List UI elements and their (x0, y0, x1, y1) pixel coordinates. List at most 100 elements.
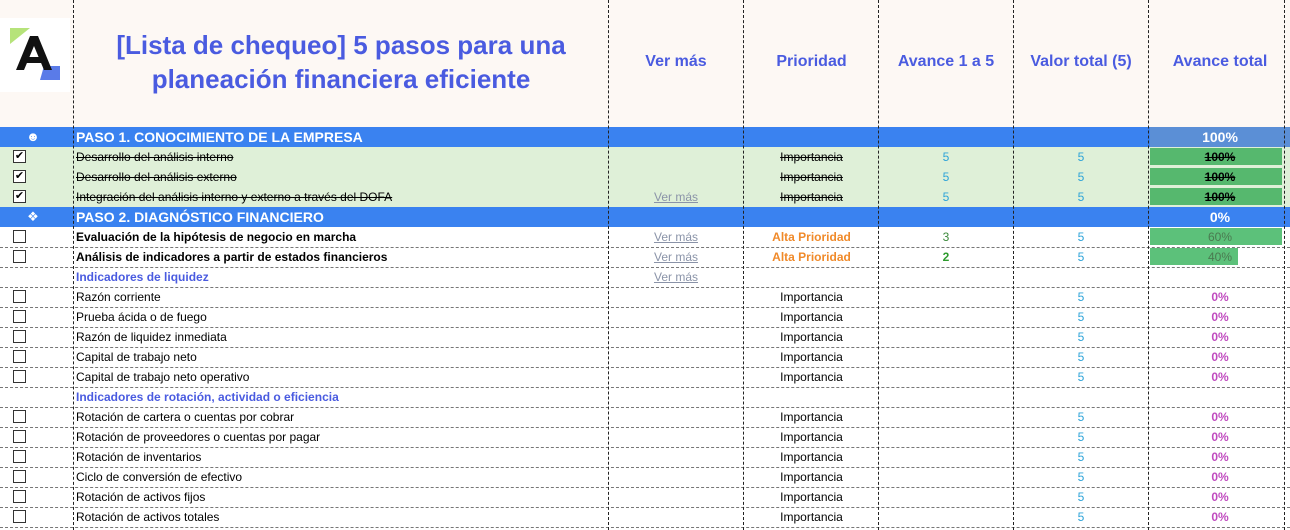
table-row: Razón de liquidez inmediata Importancia … (0, 327, 1290, 348)
row-checkbox[interactable]: ✔ (13, 190, 26, 203)
priority-cell[interactable]: Importancia (745, 427, 878, 447)
row-checkbox[interactable] (13, 510, 26, 523)
row-progress-pct: 40% (1207, 250, 1233, 264)
section-paso-2[interactable]: ❖ PASO 2. DIAGNÓSTICO FINANCIERO 0% (0, 207, 1290, 227)
total-value: 5 (1077, 370, 1085, 384)
progress-input[interactable] (880, 427, 1012, 447)
table-row: Capital de trabajo neto Importancia 5 0% (0, 347, 1290, 368)
total-value: 5 (1077, 190, 1085, 204)
section-paso-1[interactable]: ☻ PASO 1. CONOCIMIENTO DE LA EMPRESA 100… (0, 127, 1290, 147)
progress-input[interactable] (880, 327, 1012, 347)
progress-input[interactable]: 5 (880, 167, 1012, 187)
brand-logo (0, 18, 70, 92)
total-value: 5 (1077, 330, 1085, 344)
task-label: Razón de liquidez inmediata (76, 330, 227, 344)
task-label: Rotación de proveedores o cuentas por pa… (76, 430, 321, 444)
row-progress-pct: 100% (1204, 150, 1236, 164)
task-label: Razón corriente (76, 290, 161, 304)
col-header-avance-total: Avance total (1172, 52, 1268, 70)
priority-cell[interactable]: Importancia (745, 367, 878, 387)
row-progress-pct: 0% (1211, 510, 1229, 524)
row-progress-pct: 60% (1207, 230, 1233, 244)
row-checkbox[interactable] (13, 230, 26, 243)
logo-mark-icon (10, 28, 60, 80)
table-row: Prueba ácida o de fuego Importancia 5 0% (0, 307, 1290, 328)
row-checkbox[interactable] (13, 350, 26, 363)
row-checkbox[interactable] (13, 290, 26, 303)
ver-mas-link[interactable]: Ver más (610, 227, 742, 247)
total-value: 5 (1077, 470, 1085, 484)
subsection-title: Indicadores de liquidez (76, 270, 209, 284)
row-checkbox[interactable] (13, 330, 26, 343)
priority-cell[interactable]: Importancia (745, 507, 878, 527)
progress-input[interactable] (880, 307, 1012, 327)
task-label: Evaluación de la hipótesis de negocio en… (76, 230, 357, 244)
row-checkbox[interactable]: ✔ (13, 150, 26, 163)
row-progress-pct: 0% (1211, 490, 1229, 504)
col-header-avance: Avance 1 a 5 (897, 52, 995, 70)
row-checkbox[interactable] (13, 410, 26, 423)
table-row: ✔ Desarrollo del análisis externo Import… (0, 167, 1290, 188)
progress-input[interactable] (880, 407, 1012, 427)
table-row: Evaluación de la hipótesis de negocio en… (0, 227, 1290, 248)
col-header-prioridad: Prioridad (776, 52, 847, 70)
priority-cell[interactable]: Importancia (745, 307, 878, 327)
task-label: Desarrollo del análisis interno (76, 150, 234, 164)
total-value: 5 (1077, 410, 1085, 424)
row-progress-pct: 0% (1211, 350, 1229, 364)
row-checkbox[interactable] (13, 490, 26, 503)
priority-cell[interactable]: Importancia (745, 487, 878, 507)
table-row: Rotación de activos totales Importancia … (0, 507, 1290, 528)
row-checkbox[interactable] (13, 370, 26, 383)
table-row: Rotación de activos fijos Importancia 5 … (0, 487, 1290, 508)
progress-input[interactable]: 2 (880, 247, 1012, 267)
section-progress: 100% (1150, 127, 1290, 147)
sheet-header: [Lista de chequeo] 5 pasos para una plane… (0, 0, 1290, 127)
task-label: Prueba ácida o de fuego (76, 310, 207, 324)
priority-cell[interactable]: Importancia (745, 407, 878, 427)
priority-cell[interactable]: Alta Prioridad (745, 227, 878, 247)
handshake-icon: ❖ (27, 209, 39, 224)
priority-cell[interactable]: Importancia (745, 467, 878, 487)
row-progress-pct: 0% (1211, 470, 1229, 484)
table-row: ✔ Integración del análisis interno y ext… (0, 187, 1290, 208)
priority-cell[interactable]: Alta Prioridad (745, 247, 878, 267)
progress-input[interactable] (880, 487, 1012, 507)
task-label: Análisis de indicadores a partir de esta… (76, 250, 388, 264)
progress-input[interactable]: 3 (880, 227, 1012, 247)
table-row: ✔ Desarrollo del análisis interno Import… (0, 147, 1290, 168)
col-header-ver-mas: Ver más (645, 52, 707, 70)
row-checkbox[interactable] (13, 250, 26, 263)
priority-cell[interactable]: Importancia (745, 187, 878, 207)
priority-cell[interactable]: Importancia (745, 147, 878, 167)
priority-cell[interactable]: Importancia (745, 167, 878, 187)
title-line-2: planeación financiera eficiente (151, 63, 531, 94)
total-value: 5 (1077, 310, 1085, 324)
progress-input[interactable]: 5 (880, 147, 1012, 167)
ver-mas-link[interactable]: Ver más (610, 247, 742, 267)
row-checkbox[interactable] (13, 450, 26, 463)
progress-input[interactable] (880, 287, 1012, 307)
priority-cell[interactable]: Importancia (745, 447, 878, 467)
section-progress: 0% (1150, 207, 1290, 227)
ver-mas-link[interactable]: Ver más (610, 267, 742, 287)
row-checkbox[interactable] (13, 470, 26, 483)
row-checkbox[interactable]: ✔ (13, 170, 26, 183)
progress-input[interactable] (880, 347, 1012, 367)
progress-input[interactable] (880, 447, 1012, 467)
col-header-valor-total: Valor total (5) (1030, 52, 1132, 70)
priority-cell[interactable]: Importancia (745, 347, 878, 367)
progress-input[interactable] (880, 467, 1012, 487)
row-progress-pct: 0% (1211, 330, 1229, 344)
priority-cell[interactable]: Importancia (745, 327, 878, 347)
row-checkbox[interactable] (13, 430, 26, 443)
row-checkbox[interactable] (13, 310, 26, 323)
progress-input[interactable] (880, 367, 1012, 387)
total-value: 5 (1077, 450, 1085, 464)
ver-mas-link[interactable]: Ver más (610, 187, 742, 207)
row-progress-pct: 0% (1211, 410, 1229, 424)
progress-input[interactable] (880, 507, 1012, 527)
progress-input[interactable]: 5 (880, 187, 1012, 207)
priority-cell[interactable]: Importancia (745, 287, 878, 307)
table-row: Capital de trabajo neto operativo Import… (0, 367, 1290, 388)
